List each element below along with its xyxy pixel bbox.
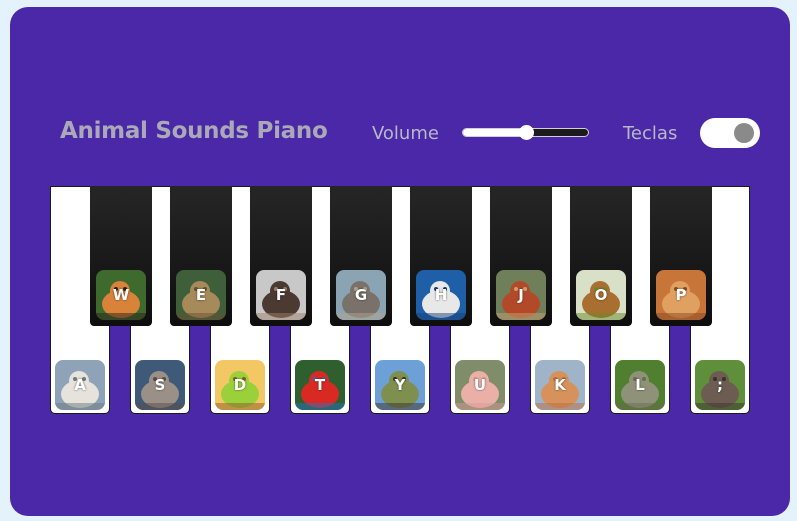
lion-icon: O — [576, 270, 626, 320]
monkey-icon: L — [615, 360, 665, 410]
key-letter-label: S — [154, 376, 166, 394]
keys-toggle[interactable] — [700, 118, 760, 148]
snake-icon: E — [176, 270, 226, 320]
dog-icon: A — [55, 360, 105, 410]
black-key[interactable]: H — [410, 186, 472, 326]
macaw-icon: T — [295, 360, 345, 410]
keys-toggle-label: Teclas — [623, 123, 678, 144]
seagull-icon: H — [416, 270, 466, 320]
key-letter-label: F — [275, 286, 287, 304]
volume-slider-thumb[interactable] — [518, 125, 534, 140]
key-letter-label: G — [354, 286, 368, 304]
parakeet-icon: D — [215, 360, 265, 410]
keys-toggle-knob — [734, 123, 754, 143]
key-letter-label: U — [473, 376, 487, 394]
black-key[interactable]: P — [650, 186, 712, 326]
key-letter-label: E — [195, 286, 207, 304]
app-title: Animal Sounds Piano — [60, 118, 328, 144]
black-key[interactable]: O — [570, 186, 632, 326]
key-letter-label: O — [594, 286, 608, 304]
volume-slider[interactable] — [462, 125, 589, 140]
piano-keyboard: A S D T Y U K L; W E F G H J O P — [50, 186, 750, 416]
key-letter-label: K — [554, 376, 566, 394]
cat-icon: K — [535, 360, 585, 410]
black-key[interactable]: W — [90, 186, 152, 326]
chimpanzee-icon: F — [256, 270, 306, 320]
tiger-icon: W — [96, 270, 146, 320]
key-letter-label: Y — [394, 376, 406, 394]
key-letter-label: J — [518, 286, 524, 304]
key-letter-label: A — [74, 376, 86, 394]
key-letter-label: D — [233, 376, 247, 394]
jaguar-icon: P — [656, 270, 706, 320]
donkey-icon: ; — [695, 360, 745, 410]
wolf-icon: S — [135, 360, 185, 410]
black-key[interactable]: J — [490, 186, 552, 326]
key-letter-label: T — [314, 376, 326, 394]
hen-icon: J — [496, 270, 546, 320]
key-letter-label: ; — [717, 376, 723, 394]
key-letter-label: H — [434, 286, 448, 304]
black-key[interactable]: G — [330, 186, 392, 326]
volume-slider-fill — [463, 129, 526, 136]
key-letter-label: L — [635, 376, 645, 394]
elephant-icon: G — [336, 270, 386, 320]
black-key[interactable]: E — [170, 186, 232, 326]
black-key[interactable]: F — [250, 186, 312, 326]
cow-icon: Y — [375, 360, 425, 410]
pig-icon: U — [455, 360, 505, 410]
key-letter-label: P — [675, 286, 687, 304]
key-letter-label: W — [112, 286, 130, 304]
volume-label: Volume — [372, 123, 439, 144]
